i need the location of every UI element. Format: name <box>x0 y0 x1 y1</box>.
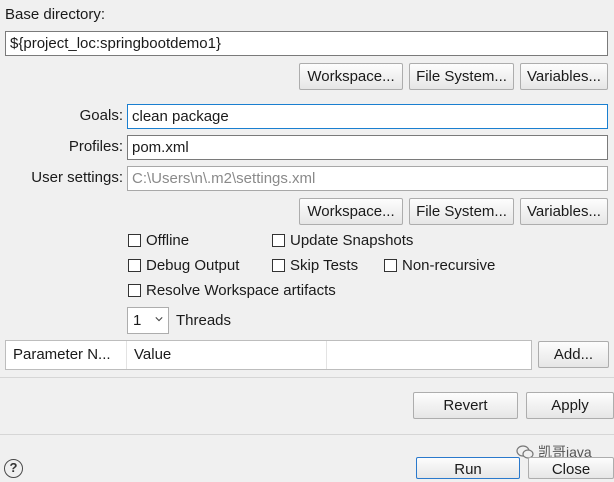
offline-checkbox-box[interactable] <box>128 234 141 247</box>
debug-output-checkbox[interactable]: Debug Output <box>128 257 239 274</box>
revert-button[interactable]: Revert <box>413 392 518 419</box>
user-settings-filesystem-button[interactable]: File System... <box>409 198 514 225</box>
threads-label: Threads <box>176 312 232 329</box>
base-dir-filesystem-button[interactable]: File System... <box>409 63 514 90</box>
non-recursive-checkbox-label: Non-recursive <box>402 257 496 274</box>
resolve-workspace-checkbox-box[interactable] <box>128 284 141 297</box>
threads-value: 1 <box>133 312 142 329</box>
update-snapshots-checkbox-label: Update Snapshots <box>290 232 414 249</box>
parameter-table[interactable]: Parameter N... Value <box>5 340 532 370</box>
column-header-parameter-name[interactable]: Parameter N... <box>6 341 127 369</box>
chevron-down-icon <box>155 317 163 322</box>
update-snapshots-checkbox-box[interactable] <box>272 234 285 247</box>
non-recursive-checkbox[interactable]: Non-recursive <box>384 257 495 274</box>
divider-bottom <box>0 434 614 435</box>
threads-select[interactable]: 1 <box>127 307 169 334</box>
column-header-empty[interactable] <box>327 341 531 369</box>
column-header-value[interactable]: Value <box>127 341 327 369</box>
non-recursive-checkbox-box[interactable] <box>384 259 397 272</box>
goals-input[interactable]: clean package <box>127 104 608 129</box>
skip-tests-checkbox-label: Skip Tests <box>290 257 359 274</box>
run-button[interactable]: Run <box>416 457 520 479</box>
user-settings-label: User settings: <box>31 169 123 186</box>
divider <box>0 377 614 378</box>
base-dir-workspace-button[interactable]: Workspace... <box>299 63 403 90</box>
base-directory-input[interactable]: ${project_loc:springbootdemo1} <box>5 31 608 56</box>
offline-checkbox-label: Offline <box>146 232 190 249</box>
base-directory-label: Base directory: <box>5 6 106 23</box>
base-dir-variables-button[interactable]: Variables... <box>520 63 608 90</box>
skip-tests-checkbox-box[interactable] <box>272 259 285 272</box>
resolve-workspace-checkbox[interactable]: Resolve Workspace artifacts <box>128 282 336 299</box>
goals-label: Goals: <box>79 107 123 124</box>
user-settings-input[interactable]: C:\Users\n\.m2\settings.xml <box>127 166 608 191</box>
user-settings-variables-button[interactable]: Variables... <box>520 198 608 225</box>
profiles-label: Profiles: <box>68 138 123 155</box>
resolve-workspace-checkbox-label: Resolve Workspace artifacts <box>146 282 336 299</box>
debug-output-checkbox-box[interactable] <box>128 259 141 272</box>
update-snapshots-checkbox[interactable]: Update Snapshots <box>272 232 413 249</box>
skip-tests-checkbox[interactable]: Skip Tests <box>272 257 358 274</box>
help-icon[interactable]: ? <box>4 459 23 478</box>
user-settings-workspace-button[interactable]: Workspace... <box>299 198 403 225</box>
close-button[interactable]: Close <box>528 457 614 479</box>
apply-button[interactable]: Apply <box>526 392 614 419</box>
offline-checkbox[interactable]: Offline <box>128 232 189 249</box>
add-parameter-button[interactable]: Add... <box>538 341 609 368</box>
debug-output-checkbox-label: Debug Output <box>146 257 240 274</box>
profiles-input[interactable]: pom.xml <box>127 135 608 160</box>
